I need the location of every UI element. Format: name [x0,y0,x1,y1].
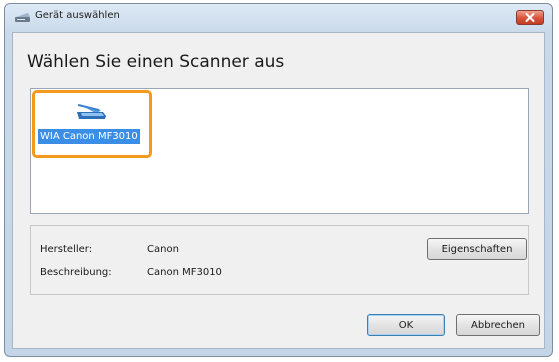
select-device-dialog: Gerät auswählen Wählen Sie einen Scanner… [4,3,553,357]
scanner-icon [77,104,106,119]
page-title: Wählen Sie einen Scanner aus [27,52,285,72]
scanner-icon [15,13,30,22]
manufacturer-label: Hersteller: [40,244,93,255]
title-bar[interactable]: Gerät auswählen [5,4,552,30]
properties-button[interactable]: Eigenschaften [427,238,527,260]
cancel-button[interactable]: Abbrechen [456,314,540,336]
description-label: Beschreibung: [40,267,112,278]
ok-button[interactable]: OK [367,314,445,336]
device-label: WIA Canon MF3010 [38,129,140,144]
device-item-canon-mf3010[interactable]: WIA Canon MF3010 [32,90,152,158]
dialog-body: Wählen Sie einen Scanner aus WIA Canon M… [12,32,545,349]
description-value: Canon MF3010 [147,267,222,278]
window-title: Gerät auswählen [35,10,120,21]
device-info-panel: Hersteller: Canon Beschreibung: Canon MF… [30,225,529,295]
close-button[interactable] [516,10,544,25]
manufacturer-value: Canon [147,244,179,255]
close-icon [525,13,535,22]
device-list[interactable]: WIA Canon MF3010 [30,88,529,214]
